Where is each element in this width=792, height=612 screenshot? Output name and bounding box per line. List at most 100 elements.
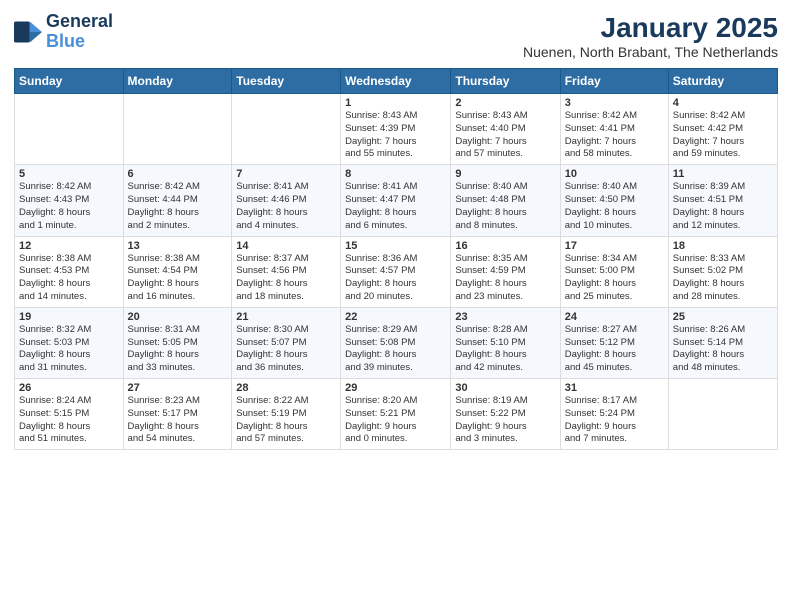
week-row-3: 12Sunrise: 8:38 AM Sunset: 4:53 PM Dayli…	[15, 236, 778, 307]
calendar-cell: 20Sunrise: 8:31 AM Sunset: 5:05 PM Dayli…	[123, 307, 232, 378]
day-number: 11	[673, 168, 773, 180]
day-info: Sunrise: 8:20 AM Sunset: 5:21 PM Dayligh…	[345, 395, 446, 446]
calendar-cell: 18Sunrise: 8:33 AM Sunset: 5:02 PM Dayli…	[668, 236, 777, 307]
day-header-saturday: Saturday	[668, 69, 777, 94]
day-info: Sunrise: 8:22 AM Sunset: 5:19 PM Dayligh…	[236, 395, 336, 446]
subtitle: Nuenen, North Brabant, The Netherlands	[523, 44, 778, 60]
day-info: Sunrise: 8:17 AM Sunset: 5:24 PM Dayligh…	[565, 395, 664, 446]
day-number: 5	[19, 168, 119, 180]
calendar-cell: 9Sunrise: 8:40 AM Sunset: 4:48 PM Daylig…	[451, 165, 560, 236]
day-number: 20	[128, 311, 228, 323]
logo-icon	[14, 18, 42, 46]
day-info: Sunrise: 8:42 AM Sunset: 4:42 PM Dayligh…	[673, 110, 773, 161]
week-row-1: 1Sunrise: 8:43 AM Sunset: 4:39 PM Daylig…	[15, 94, 778, 165]
calendar-cell: 26Sunrise: 8:24 AM Sunset: 5:15 PM Dayli…	[15, 379, 124, 450]
day-number: 25	[673, 311, 773, 323]
day-info: Sunrise: 8:35 AM Sunset: 4:59 PM Dayligh…	[455, 253, 555, 304]
calendar-cell	[668, 379, 777, 450]
calendar-cell: 5Sunrise: 8:42 AM Sunset: 4:43 PM Daylig…	[15, 165, 124, 236]
calendar-cell: 23Sunrise: 8:28 AM Sunset: 5:10 PM Dayli…	[451, 307, 560, 378]
calendar-cell: 16Sunrise: 8:35 AM Sunset: 4:59 PM Dayli…	[451, 236, 560, 307]
logo-line2: Blue	[46, 31, 85, 51]
calendar-cell	[123, 94, 232, 165]
day-info: Sunrise: 8:41 AM Sunset: 4:47 PM Dayligh…	[345, 181, 446, 232]
day-number: 31	[565, 382, 664, 394]
day-info: Sunrise: 8:37 AM Sunset: 4:56 PM Dayligh…	[236, 253, 336, 304]
day-info: Sunrise: 8:43 AM Sunset: 4:40 PM Dayligh…	[455, 110, 555, 161]
day-info: Sunrise: 8:43 AM Sunset: 4:39 PM Dayligh…	[345, 110, 446, 161]
page: General Blue January 2025 Nuenen, North …	[0, 0, 792, 612]
day-info: Sunrise: 8:38 AM Sunset: 4:54 PM Dayligh…	[128, 253, 228, 304]
day-info: Sunrise: 8:42 AM Sunset: 4:44 PM Dayligh…	[128, 181, 228, 232]
calendar-cell: 8Sunrise: 8:41 AM Sunset: 4:47 PM Daylig…	[341, 165, 451, 236]
calendar-cell: 10Sunrise: 8:40 AM Sunset: 4:50 PM Dayli…	[560, 165, 668, 236]
calendar-cell: 24Sunrise: 8:27 AM Sunset: 5:12 PM Dayli…	[560, 307, 668, 378]
day-number: 16	[455, 240, 555, 252]
calendar-cell: 11Sunrise: 8:39 AM Sunset: 4:51 PM Dayli…	[668, 165, 777, 236]
day-number: 8	[345, 168, 446, 180]
day-header-friday: Friday	[560, 69, 668, 94]
day-number: 13	[128, 240, 228, 252]
day-number: 27	[128, 382, 228, 394]
logo: General Blue	[14, 12, 113, 52]
week-row-2: 5Sunrise: 8:42 AM Sunset: 4:43 PM Daylig…	[15, 165, 778, 236]
day-number: 18	[673, 240, 773, 252]
day-number: 28	[236, 382, 336, 394]
day-number: 23	[455, 311, 555, 323]
day-info: Sunrise: 8:42 AM Sunset: 4:41 PM Dayligh…	[565, 110, 664, 161]
day-number: 6	[128, 168, 228, 180]
day-info: Sunrise: 8:32 AM Sunset: 5:03 PM Dayligh…	[19, 324, 119, 375]
day-info: Sunrise: 8:19 AM Sunset: 5:22 PM Dayligh…	[455, 395, 555, 446]
calendar-header: SundayMondayTuesdayWednesdayThursdayFrid…	[15, 69, 778, 94]
calendar-cell: 27Sunrise: 8:23 AM Sunset: 5:17 PM Dayli…	[123, 379, 232, 450]
calendar-cell: 3Sunrise: 8:42 AM Sunset: 4:41 PM Daylig…	[560, 94, 668, 165]
calendar-cell	[15, 94, 124, 165]
day-header-tuesday: Tuesday	[232, 69, 341, 94]
calendar: SundayMondayTuesdayWednesdayThursdayFrid…	[14, 68, 778, 450]
day-number: 17	[565, 240, 664, 252]
main-title: January 2025	[523, 12, 778, 44]
day-info: Sunrise: 8:39 AM Sunset: 4:51 PM Dayligh…	[673, 181, 773, 232]
day-info: Sunrise: 8:28 AM Sunset: 5:10 PM Dayligh…	[455, 324, 555, 375]
day-number: 4	[673, 97, 773, 109]
day-header-sunday: Sunday	[15, 69, 124, 94]
day-header-monday: Monday	[123, 69, 232, 94]
calendar-cell: 31Sunrise: 8:17 AM Sunset: 5:24 PM Dayli…	[560, 379, 668, 450]
day-info: Sunrise: 8:34 AM Sunset: 5:00 PM Dayligh…	[565, 253, 664, 304]
calendar-body: 1Sunrise: 8:43 AM Sunset: 4:39 PM Daylig…	[15, 94, 778, 450]
day-number: 2	[455, 97, 555, 109]
day-number: 24	[565, 311, 664, 323]
day-header-wednesday: Wednesday	[341, 69, 451, 94]
logo-text: General Blue	[46, 12, 113, 52]
calendar-cell: 7Sunrise: 8:41 AM Sunset: 4:46 PM Daylig…	[232, 165, 341, 236]
day-number: 10	[565, 168, 664, 180]
day-number: 3	[565, 97, 664, 109]
day-info: Sunrise: 8:29 AM Sunset: 5:08 PM Dayligh…	[345, 324, 446, 375]
day-number: 19	[19, 311, 119, 323]
calendar-cell: 1Sunrise: 8:43 AM Sunset: 4:39 PM Daylig…	[341, 94, 451, 165]
day-number: 12	[19, 240, 119, 252]
day-info: Sunrise: 8:40 AM Sunset: 4:48 PM Dayligh…	[455, 181, 555, 232]
day-number: 21	[236, 311, 336, 323]
week-row-4: 19Sunrise: 8:32 AM Sunset: 5:03 PM Dayli…	[15, 307, 778, 378]
calendar-cell: 15Sunrise: 8:36 AM Sunset: 4:57 PM Dayli…	[341, 236, 451, 307]
header-row: SundayMondayTuesdayWednesdayThursdayFrid…	[15, 69, 778, 94]
calendar-cell: 21Sunrise: 8:30 AM Sunset: 5:07 PM Dayli…	[232, 307, 341, 378]
calendar-cell: 28Sunrise: 8:22 AM Sunset: 5:19 PM Dayli…	[232, 379, 341, 450]
calendar-cell: 30Sunrise: 8:19 AM Sunset: 5:22 PM Dayli…	[451, 379, 560, 450]
day-number: 22	[345, 311, 446, 323]
day-info: Sunrise: 8:33 AM Sunset: 5:02 PM Dayligh…	[673, 253, 773, 304]
week-row-5: 26Sunrise: 8:24 AM Sunset: 5:15 PM Dayli…	[15, 379, 778, 450]
day-number: 1	[345, 97, 446, 109]
calendar-cell	[232, 94, 341, 165]
day-info: Sunrise: 8:23 AM Sunset: 5:17 PM Dayligh…	[128, 395, 228, 446]
day-info: Sunrise: 8:24 AM Sunset: 5:15 PM Dayligh…	[19, 395, 119, 446]
day-number: 29	[345, 382, 446, 394]
calendar-cell: 25Sunrise: 8:26 AM Sunset: 5:14 PM Dayli…	[668, 307, 777, 378]
day-info: Sunrise: 8:36 AM Sunset: 4:57 PM Dayligh…	[345, 253, 446, 304]
header: General Blue January 2025 Nuenen, North …	[14, 12, 778, 60]
day-info: Sunrise: 8:40 AM Sunset: 4:50 PM Dayligh…	[565, 181, 664, 232]
day-number: 30	[455, 382, 555, 394]
day-info: Sunrise: 8:41 AM Sunset: 4:46 PM Dayligh…	[236, 181, 336, 232]
calendar-cell: 4Sunrise: 8:42 AM Sunset: 4:42 PM Daylig…	[668, 94, 777, 165]
